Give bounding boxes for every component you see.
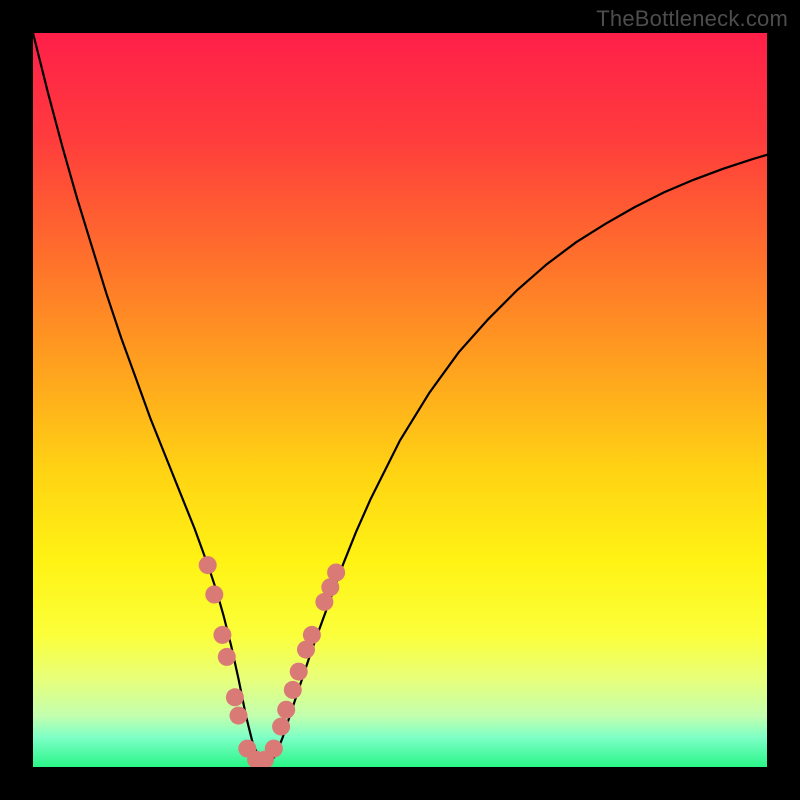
data-marker <box>199 556 217 574</box>
data-marker <box>213 626 231 644</box>
outer-frame: TheBottleneck.com <box>0 0 800 800</box>
data-marker <box>272 718 290 736</box>
data-marker <box>218 648 236 666</box>
data-marker <box>290 663 308 681</box>
data-marker <box>327 564 345 582</box>
data-marker <box>303 626 321 644</box>
curve-layer <box>33 33 767 767</box>
bottleneck-curve <box>33 33 767 763</box>
plot-area <box>33 33 767 767</box>
watermark-text: TheBottleneck.com <box>596 6 788 32</box>
data-marker <box>230 707 248 725</box>
data-marker <box>205 586 223 604</box>
data-marker <box>284 681 302 699</box>
data-marker <box>277 701 295 719</box>
data-marker <box>265 740 283 758</box>
data-marker <box>226 688 244 706</box>
